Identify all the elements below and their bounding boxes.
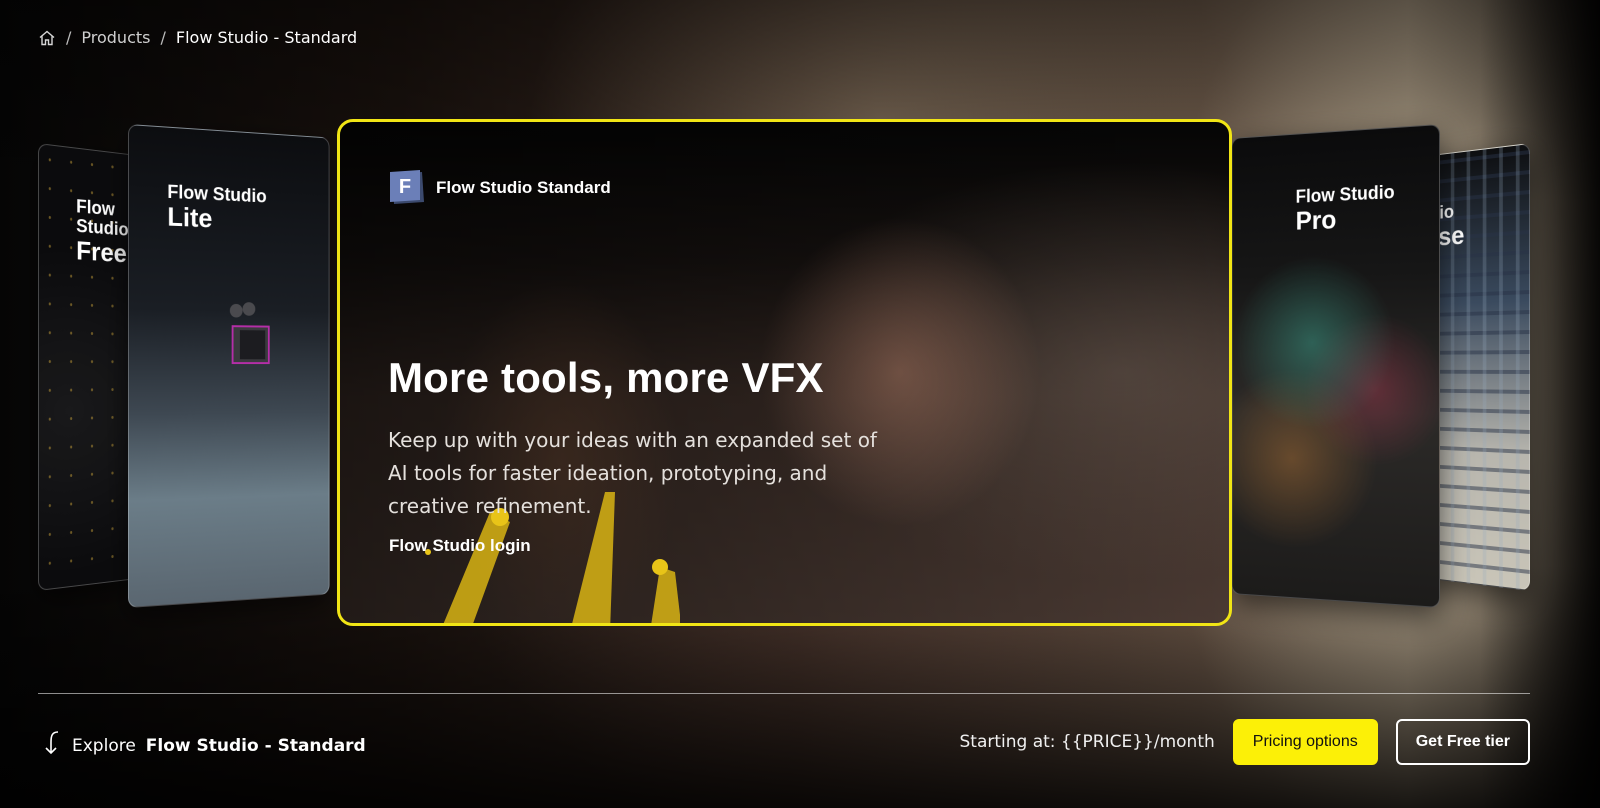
card-pro[interactable]: Flow Studio Pro (1232, 124, 1440, 608)
pricing-options-button[interactable]: Pricing options (1233, 719, 1378, 765)
flow-studio-logo-icon: F (388, 170, 426, 206)
flow-studio-login-link[interactable]: Flow Studio login (389, 536, 531, 556)
home-icon[interactable] (38, 29, 56, 47)
card-lite[interactable]: Flow Studio Lite (128, 124, 330, 608)
svg-text:F: F (399, 176, 411, 198)
get-free-tier-button[interactable]: Get Free tier (1396, 719, 1530, 765)
breadcrumb-separator: / (160, 28, 165, 47)
hero-description: Keep up with your ideas with an expanded… (388, 424, 878, 523)
starting-price-text: Starting at: {{PRICE}}/month (959, 732, 1214, 752)
hero-title: More tools, more VFX (388, 354, 824, 402)
pricing-area: Starting at: {{PRICE}}/month Pricing opt… (959, 719, 1530, 765)
featured-card-standard[interactable]: F Flow Studio Standard More tools, more … (337, 119, 1232, 626)
product-badge: F Flow Studio Standard (388, 170, 611, 206)
breadcrumb-separator: / (66, 28, 71, 47)
card-lite-label: Flow Studio Lite (167, 183, 266, 235)
breadcrumb-products-link[interactable]: Products (81, 28, 150, 47)
arrow-down-curve-icon (42, 730, 62, 761)
product-name: Flow Studio Standard (436, 178, 611, 198)
card-pro-label: Flow Studio Pro (1296, 183, 1395, 234)
card-free[interactable]: Flow Studio Free (38, 143, 137, 591)
camera-rig-graphic (220, 297, 274, 375)
explore-prefix: Explore (72, 736, 136, 756)
explore-product: Flow Studio - Standard (146, 736, 366, 756)
breadcrumb-current: Flow Studio - Standard (176, 28, 357, 47)
footer-divider (38, 693, 1530, 694)
explore-link[interactable]: Explore Flow Studio - Standard (42, 730, 366, 761)
card-lite-line2: Lite (167, 203, 266, 235)
card-pro-line2: Pro (1296, 203, 1395, 235)
breadcrumb: / Products / Flow Studio - Standard (38, 28, 357, 47)
